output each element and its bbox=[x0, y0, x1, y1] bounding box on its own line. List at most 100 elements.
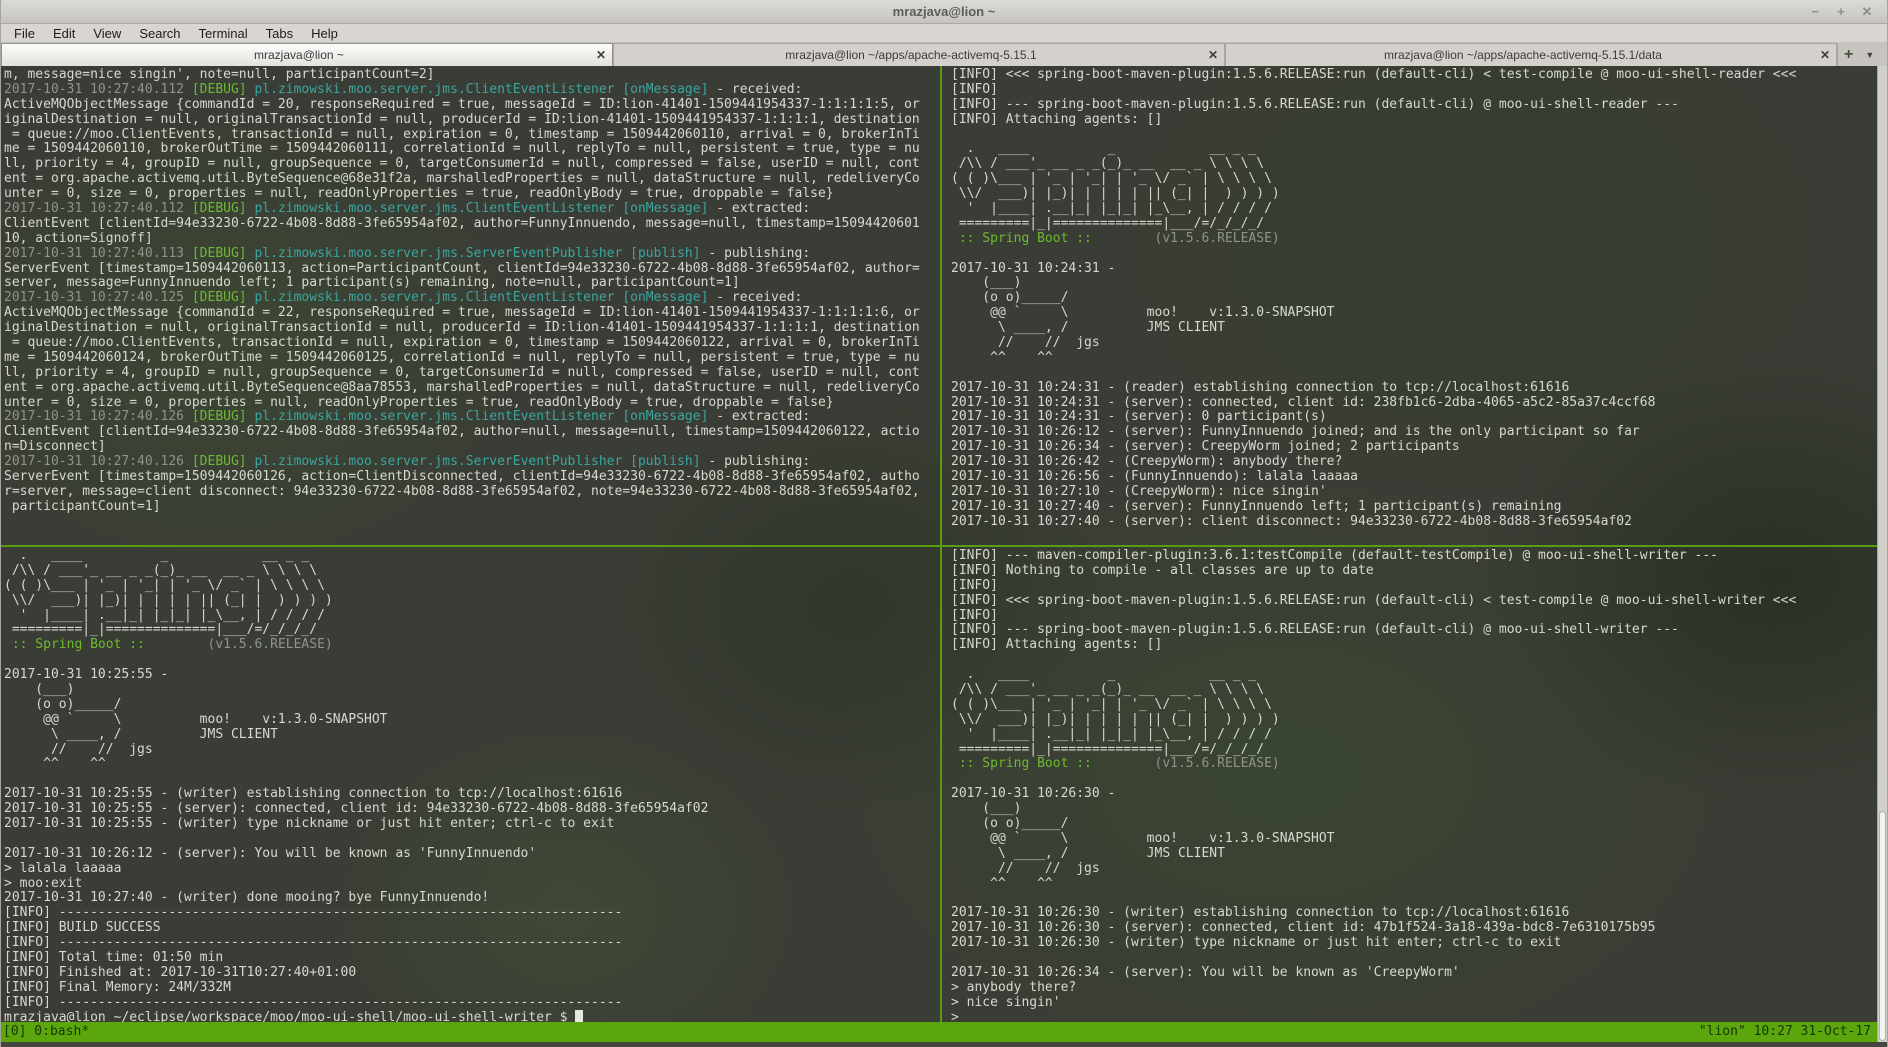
terminal-line: ent = org.apache.activemq.util.ByteSeque… bbox=[4, 381, 940, 396]
terminal-line: =========|_|==============|___/=/_/_/_/ bbox=[4, 623, 940, 638]
terminal-line: @@ ` \ moo! v:1.3.0-SNAPSHOT bbox=[951, 832, 1876, 847]
tmux-window-list[interactable]: [0] 0:bash* bbox=[3, 1022, 89, 1042]
terminal-line: r=server, message=client disconnect: 94e… bbox=[4, 485, 940, 500]
terminal-line: 2017-10-31 10:27:40.112 [DEBUG] pl.zimow… bbox=[4, 202, 940, 217]
terminal-line: 2017-10-31 10:26:30 - (writer) type nick… bbox=[951, 936, 1876, 951]
terminal-line: /\\ / ___'_ __ _ _(_)_ __ __ _ \ \ \ \ bbox=[951, 157, 1876, 172]
terminal-line: // // jgs bbox=[951, 336, 1876, 351]
terminal-line: :: Spring Boot :: (v1.5.6.RELEASE) bbox=[4, 638, 940, 653]
tab-activemq-data[interactable]: mrazjava@lion ~/apps/apache-activemq-5.1… bbox=[1225, 43, 1837, 66]
terminal-line: 2017-10-31 10:27:40 - (server): client d… bbox=[951, 515, 1876, 530]
terminal-line: participantCount=1] bbox=[4, 500, 940, 515]
new-tab-icon[interactable]: + bbox=[1844, 46, 1853, 64]
menu-item-file[interactable]: File bbox=[5, 24, 44, 43]
terminal-line: [INFO] Total time: 01:50 min bbox=[4, 951, 940, 966]
terminal-line: me = 1509442060124, brokerOutTime = 1509… bbox=[4, 351, 940, 366]
terminal-line: \\/ ___)| |_)| | | | | || (_| | ) ) ) ) bbox=[4, 594, 940, 609]
terminal-screen[interactable]: m, message=nice singin', note=null, part… bbox=[1, 66, 1887, 1047]
menu-item-tabs[interactable]: Tabs bbox=[257, 24, 302, 43]
scrollbar-thumb[interactable] bbox=[1879, 811, 1886, 1041]
terminal-line bbox=[951, 951, 1876, 966]
terminal-line: 10, action=Signoff] bbox=[4, 232, 940, 247]
terminal-line: \\/ ___)| |_)| | | | | || (_| | ) ) ) ) bbox=[951, 713, 1876, 728]
close-icon[interactable]: ✕ bbox=[1859, 4, 1875, 20]
terminal-line: // // jgs bbox=[4, 743, 940, 758]
tab-list-dropdown-icon[interactable]: ▼ bbox=[1865, 50, 1874, 60]
terminal-line: 2017-10-31 10:26:30 - (writer) establish… bbox=[951, 906, 1876, 921]
terminal-line: [INFO] Attaching agents: [] bbox=[951, 113, 1876, 128]
terminal-line: ' |____| .__|_| |_|_| |_\__, | / / / / bbox=[951, 728, 1876, 743]
terminal-line: (o o)_____/ bbox=[4, 698, 940, 713]
terminal-line: [INFO] BUILD SUCCESS bbox=[4, 921, 940, 936]
terminal-line: ^^ ^^ bbox=[951, 351, 1876, 366]
pane-divider-vertical bbox=[940, 66, 942, 1022]
menu-item-terminal[interactable]: Terminal bbox=[190, 24, 257, 43]
terminal-line: = queue://moo.ClientEvents, transactionI… bbox=[4, 128, 940, 143]
menu-bar: File Edit View Search Terminal Tabs Help bbox=[1, 24, 1887, 43]
terminal-line bbox=[4, 772, 940, 787]
terminal-line: ActiveMQObjectMessage {commandId = 22, r… bbox=[4, 306, 940, 321]
scrollbar[interactable] bbox=[1877, 66, 1887, 1042]
terminal-line: (___) bbox=[951, 802, 1876, 817]
terminal-line: > bbox=[951, 1011, 1876, 1022]
terminal-line: \ ____, / JMS CLIENT bbox=[4, 728, 940, 743]
terminal-line: iginalDestination = null, originalTransa… bbox=[4, 113, 940, 128]
terminal-line bbox=[4, 832, 940, 847]
terminal-line: 2017-10-31 10:25:55 - (server): connecte… bbox=[4, 802, 940, 817]
terminal-line: /\\ / ___'_ __ _ _(_)_ __ __ _ \ \ \ \ bbox=[4, 564, 940, 579]
tab-bar: mrazjava@lion ~ ✕ mrazjava@lion ~/apps/a… bbox=[1, 43, 1887, 66]
window-buttons: − + ✕ bbox=[1807, 0, 1875, 24]
pane-writer-client-funnyinnuendo[interactable]: . ____ _ __ _ _ /\\ / ___'_ __ _ _(_)_ _… bbox=[2, 547, 940, 1022]
terminal-line: ActiveMQObjectMessage {commandId = 20, r… bbox=[4, 98, 940, 113]
tab-close-icon[interactable]: ✕ bbox=[1814, 48, 1830, 62]
terminal-line: iginalDestination = null, originalTransa… bbox=[4, 321, 940, 336]
terminal-line: \ ____, / JMS CLIENT bbox=[951, 321, 1876, 336]
terminal-line bbox=[951, 247, 1876, 262]
pane-writer-client-creepyworm[interactable]: [INFO] --- maven-compiler-plugin:3.6.1:t… bbox=[944, 547, 1876, 1022]
terminal-line: [INFO] <<< spring-boot-maven-plugin:1.5.… bbox=[951, 68, 1876, 83]
terminal-window: mrazjava@lion ~ − + ✕ File Edit View Sea… bbox=[0, 0, 1888, 1047]
window-title: mrazjava@lion ~ bbox=[1, 0, 1887, 24]
tmux-status-bar: [0] 0:bash* "lion" 10:27 31-Oct-17 bbox=[1, 1022, 1877, 1042]
menu-item-edit[interactable]: Edit bbox=[44, 24, 84, 43]
terminal-line: unter = 0, size = 0, properties = null, … bbox=[4, 396, 940, 411]
terminal-line: ll, priority = 4, groupID = null, groupS… bbox=[4, 366, 940, 381]
terminal-line: ' |____| .__|_| |_|_| |_\__, | / / / / bbox=[4, 609, 940, 624]
terminal-line: [INFO] --- spring-boot-maven-plugin:1.5.… bbox=[951, 98, 1876, 113]
pane-reader-client[interactable]: [INFO] <<< spring-boot-maven-plugin:1.5.… bbox=[944, 66, 1876, 545]
terminal-line: @@ ` \ moo! v:1.3.0-SNAPSHOT bbox=[951, 306, 1876, 321]
tab-close-icon[interactable]: ✕ bbox=[1202, 48, 1218, 62]
terminal-line: . ____ _ __ _ _ bbox=[4, 549, 940, 564]
terminal-line: :: Spring Boot :: (v1.5.6.RELEASE) bbox=[951, 232, 1876, 247]
terminal-line bbox=[951, 128, 1876, 143]
terminal-line: [INFO] bbox=[951, 579, 1876, 594]
window-title-bar[interactable]: mrazjava@lion ~ − + ✕ bbox=[1, 0, 1887, 24]
terminal-line: [INFO] --- spring-boot-maven-plugin:1.5.… bbox=[951, 623, 1876, 638]
terminal-line: 2017-10-31 10:26:56 - (FunnyInnuendo): l… bbox=[951, 470, 1876, 485]
pane-server-log[interactable]: m, message=nice singin', note=null, part… bbox=[2, 66, 940, 545]
terminal-line: > lalala laaaaa bbox=[4, 862, 940, 877]
terminal-line: // // jgs bbox=[951, 862, 1876, 877]
tab-close-icon[interactable]: ✕ bbox=[590, 48, 606, 62]
terminal-line: (o o)_____/ bbox=[951, 817, 1876, 832]
tab-activemq[interactable]: mrazjava@lion ~/apps/apache-activemq-5.1… bbox=[613, 43, 1225, 66]
terminal-line bbox=[951, 653, 1876, 668]
terminal-line: [INFO] <<< spring-boot-maven-plugin:1.5.… bbox=[951, 594, 1876, 609]
terminal-line: 2017-10-31 10:26:12 - (server): FunnyInn… bbox=[951, 425, 1876, 440]
terminal-line: 2017-10-31 10:26:30 - bbox=[951, 787, 1876, 802]
terminal-line: (___) bbox=[951, 276, 1876, 291]
terminal-line: 2017-10-31 10:27:40.113 [DEBUG] pl.zimow… bbox=[4, 247, 940, 262]
terminal-line: [INFO] Nothing to compile - all classes … bbox=[951, 564, 1876, 579]
menu-item-view[interactable]: View bbox=[84, 24, 130, 43]
terminal-line: [INFO] ---------------------------------… bbox=[4, 936, 940, 951]
minimize-icon[interactable]: − bbox=[1807, 4, 1823, 20]
terminal-line: me = 1509442060110, brokerOutTime = 1509… bbox=[4, 142, 940, 157]
terminal-line bbox=[951, 772, 1876, 787]
menu-item-help[interactable]: Help bbox=[302, 24, 347, 43]
terminal-line: [INFO] bbox=[951, 609, 1876, 624]
terminal-line: 2017-10-31 10:27:40 - (server): FunnyInn… bbox=[951, 500, 1876, 515]
terminal-line: 2017-10-31 10:27:40.112 [DEBUG] pl.zimow… bbox=[4, 83, 940, 98]
maximize-icon[interactable]: + bbox=[1833, 4, 1849, 20]
menu-item-search[interactable]: Search bbox=[130, 24, 189, 43]
tab-home[interactable]: mrazjava@lion ~ ✕ bbox=[1, 43, 613, 66]
